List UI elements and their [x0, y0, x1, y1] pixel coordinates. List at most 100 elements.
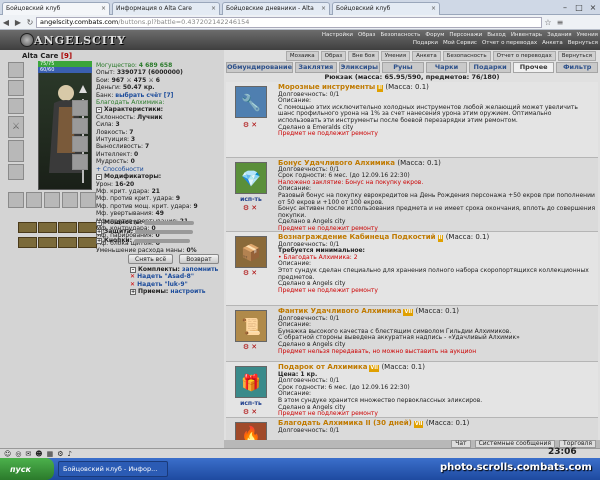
- gear-icon[interactable]: ⚙: [243, 343, 251, 351]
- quick-slot[interactable]: [38, 222, 57, 233]
- start-button[interactable]: пуск: [0, 458, 54, 480]
- delete-icon[interactable]: ✕: [130, 273, 135, 280]
- expand-icon[interactable]: +: [130, 289, 136, 296]
- section-defense[interactable]: + Защита:: [96, 227, 220, 236]
- gear-icon[interactable]: ⚙: [243, 204, 251, 212]
- earring-slot[interactable]: [8, 98, 24, 114]
- quick-slot[interactable]: [18, 222, 37, 233]
- browser-tab[interactable]: Информация о Alta Care ×: [112, 1, 220, 15]
- helmet-slot[interactable]: [8, 62, 24, 78]
- nav-gifts[interactable]: Подарки: [413, 40, 438, 48]
- close-icon[interactable]: ×: [101, 5, 106, 12]
- section-modifiers[interactable]: - Модификаторы:: [96, 173, 220, 181]
- gloves-slot[interactable]: [72, 154, 88, 170]
- subnav-item[interactable]: Образ: [320, 51, 347, 61]
- music-icon[interactable]: ♪: [68, 450, 72, 458]
- nav-profile[interactable]: Анкета: [542, 40, 563, 48]
- reload-icon[interactable]: ↻: [24, 16, 36, 28]
- bank-link[interactable]: выбрать счёт [7]: [115, 92, 173, 99]
- armor-slot[interactable]: [8, 140, 24, 162]
- nav-characters[interactable]: Персонажи: [449, 32, 482, 40]
- nav-security[interactable]: Безопасность: [380, 32, 420, 40]
- nav-quests[interactable]: Задания: [547, 32, 572, 40]
- section-power[interactable]: + Мощность:: [96, 218, 220, 227]
- nav-settings[interactable]: Настройки: [322, 32, 353, 40]
- expand-icon[interactable]: +: [96, 238, 102, 244]
- chat-tab[interactable]: Чат: [451, 440, 471, 448]
- use-button[interactable]: исп-ть: [240, 400, 262, 407]
- quick-slot[interactable]: [38, 237, 57, 248]
- gear-icon[interactable]: ⚙: [243, 408, 251, 416]
- subnav-item[interactable]: Анкета: [412, 51, 441, 61]
- expand-icon[interactable]: +: [96, 220, 102, 226]
- chat-icon[interactable]: ✉: [25, 450, 31, 458]
- tab-other[interactable]: Прочее: [512, 62, 555, 73]
- bonus-icon[interactable]: 💎: [235, 162, 267, 194]
- quick-slot[interactable]: [78, 237, 97, 248]
- chest-icon[interactable]: 📦: [235, 236, 267, 268]
- gift-icon[interactable]: 🎁: [235, 366, 267, 398]
- nav-skills[interactable]: Умения: [577, 32, 598, 40]
- delete-icon[interactable]: ✕: [251, 269, 259, 277]
- use-button[interactable]: исп-ть: [240, 196, 262, 203]
- chat-tab[interactable]: Системные сообщения: [474, 440, 556, 448]
- ring-slot[interactable]: [72, 100, 88, 116]
- close-icon[interactable]: ×: [321, 5, 326, 12]
- gear-icon[interactable]: ⚙: [243, 269, 251, 277]
- nav-inventory[interactable]: Инвентарь: [511, 32, 542, 40]
- cloak-slot[interactable]: [80, 192, 96, 208]
- star-icon[interactable]: ☆: [542, 16, 554, 28]
- expand-icon[interactable]: +: [96, 229, 102, 235]
- tricks-configure-link[interactable]: настроить: [170, 288, 205, 295]
- abilities-link[interactable]: + Способности: [96, 166, 220, 173]
- collapse-icon[interactable]: -: [96, 107, 102, 114]
- tab-elixirs[interactable]: Эликсиры: [338, 62, 381, 73]
- forward-icon[interactable]: ▶: [12, 16, 24, 28]
- subnav-item[interactable]: Вне боя: [348, 51, 379, 61]
- tab-gifts[interactable]: Подарки: [469, 62, 511, 73]
- people-icon[interactable]: ☻: [35, 450, 42, 458]
- quick-slot[interactable]: [18, 237, 37, 248]
- collapse-icon[interactable]: -: [130, 267, 136, 273]
- tab-equipment[interactable]: Обмундирование: [226, 62, 293, 73]
- belt-slot[interactable]: [8, 164, 24, 180]
- nav-image[interactable]: Образ: [358, 32, 376, 40]
- item-name[interactable]: Подарок от Алхимика VII (Масса: 0.1): [278, 364, 596, 372]
- subnav-item[interactable]: Отчет о переводах: [492, 51, 556, 61]
- close-icon[interactable]: ×: [211, 5, 216, 12]
- nav-forum[interactable]: Форум: [425, 32, 444, 40]
- settings-icon[interactable]: ⚙: [57, 450, 63, 458]
- fire-icon[interactable]: 🔥: [235, 422, 267, 440]
- delete-icon[interactable]: ✕: [251, 343, 259, 351]
- menu-icon[interactable]: ≡: [554, 16, 566, 28]
- bracer-slot[interactable]: [62, 192, 78, 208]
- nav-service[interactable]: Мой Сервис: [443, 40, 477, 48]
- subnav-item[interactable]: Умения: [380, 51, 411, 61]
- minimize-icon[interactable]: –: [558, 2, 572, 13]
- smile-icon[interactable]: ☺: [4, 450, 11, 458]
- kit-link[interactable]: ✕ Надеть "Asad-8": [130, 273, 224, 280]
- ring-slot[interactable]: [72, 118, 88, 134]
- browser-tab[interactable]: Бойцовские дневники - Alta ×: [222, 1, 330, 15]
- back-icon[interactable]: ◀: [0, 16, 12, 28]
- nav-return[interactable]: Вернуться: [568, 40, 598, 48]
- quick-slot[interactable]: [58, 222, 77, 233]
- remove-all-button[interactable]: Снять всё: [128, 254, 174, 264]
- weapon-slot[interactable]: ⚔: [8, 116, 24, 138]
- quick-slot[interactable]: [78, 222, 97, 233]
- tools-icon[interactable]: 🔧: [235, 86, 267, 118]
- delete-icon[interactable]: ✕: [130, 281, 135, 288]
- taskbar-item[interactable]: Бойцовский клуб - Инфор...: [58, 461, 168, 477]
- subnav-item[interactable]: Мозаика: [285, 51, 319, 61]
- shield-slot[interactable]: [44, 192, 60, 208]
- browser-tab[interactable]: Бойцовский клуб ×: [332, 1, 440, 15]
- character-name[interactable]: Alta Care [9]: [22, 52, 72, 60]
- boots-slot[interactable]: [8, 192, 24, 208]
- globe-icon[interactable]: ◎: [15, 450, 21, 458]
- tab-filter[interactable]: Фильтр: [556, 62, 599, 73]
- collapse-icon[interactable]: -: [96, 174, 102, 181]
- close-window-icon[interactable]: ×: [586, 2, 600, 13]
- browser-tab[interactable]: Бойцовский клуб ×: [2, 1, 110, 15]
- pants-slot[interactable]: [26, 192, 42, 208]
- ring-slot[interactable]: [72, 136, 88, 152]
